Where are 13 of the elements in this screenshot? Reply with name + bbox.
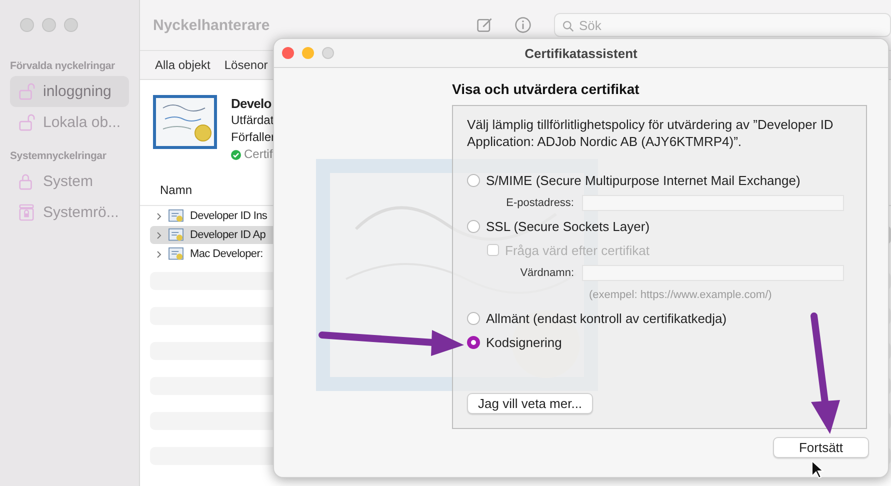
hint-text: (exempel: https://www.example.com/) [589,289,772,301]
certificate-name: Develo [231,95,272,112]
section-heading: Visa och utvärdera certifikat [452,80,640,99]
section-header: Systemnyckelringar [10,149,108,164]
issuer-label: Utfärdat [231,112,275,129]
field-label: E-postadress: [505,197,574,209]
status-text: Certif [244,146,273,163]
expiry-label: Förfaller [231,129,276,146]
field-label: Värdnamn: [519,267,574,279]
section-header: Förvalda nyckelringar [10,59,116,74]
window-title: Nyckelhanterare [153,16,271,34]
dialog-title: Certifikatassistent [524,46,638,60]
description-text: Välj lämplig tillförlitlighetspolicy för utvärdering av ”Developer ID Application: ADJob Nordic AB (AJY6KTMRP4)”. [467,116,834,150]
